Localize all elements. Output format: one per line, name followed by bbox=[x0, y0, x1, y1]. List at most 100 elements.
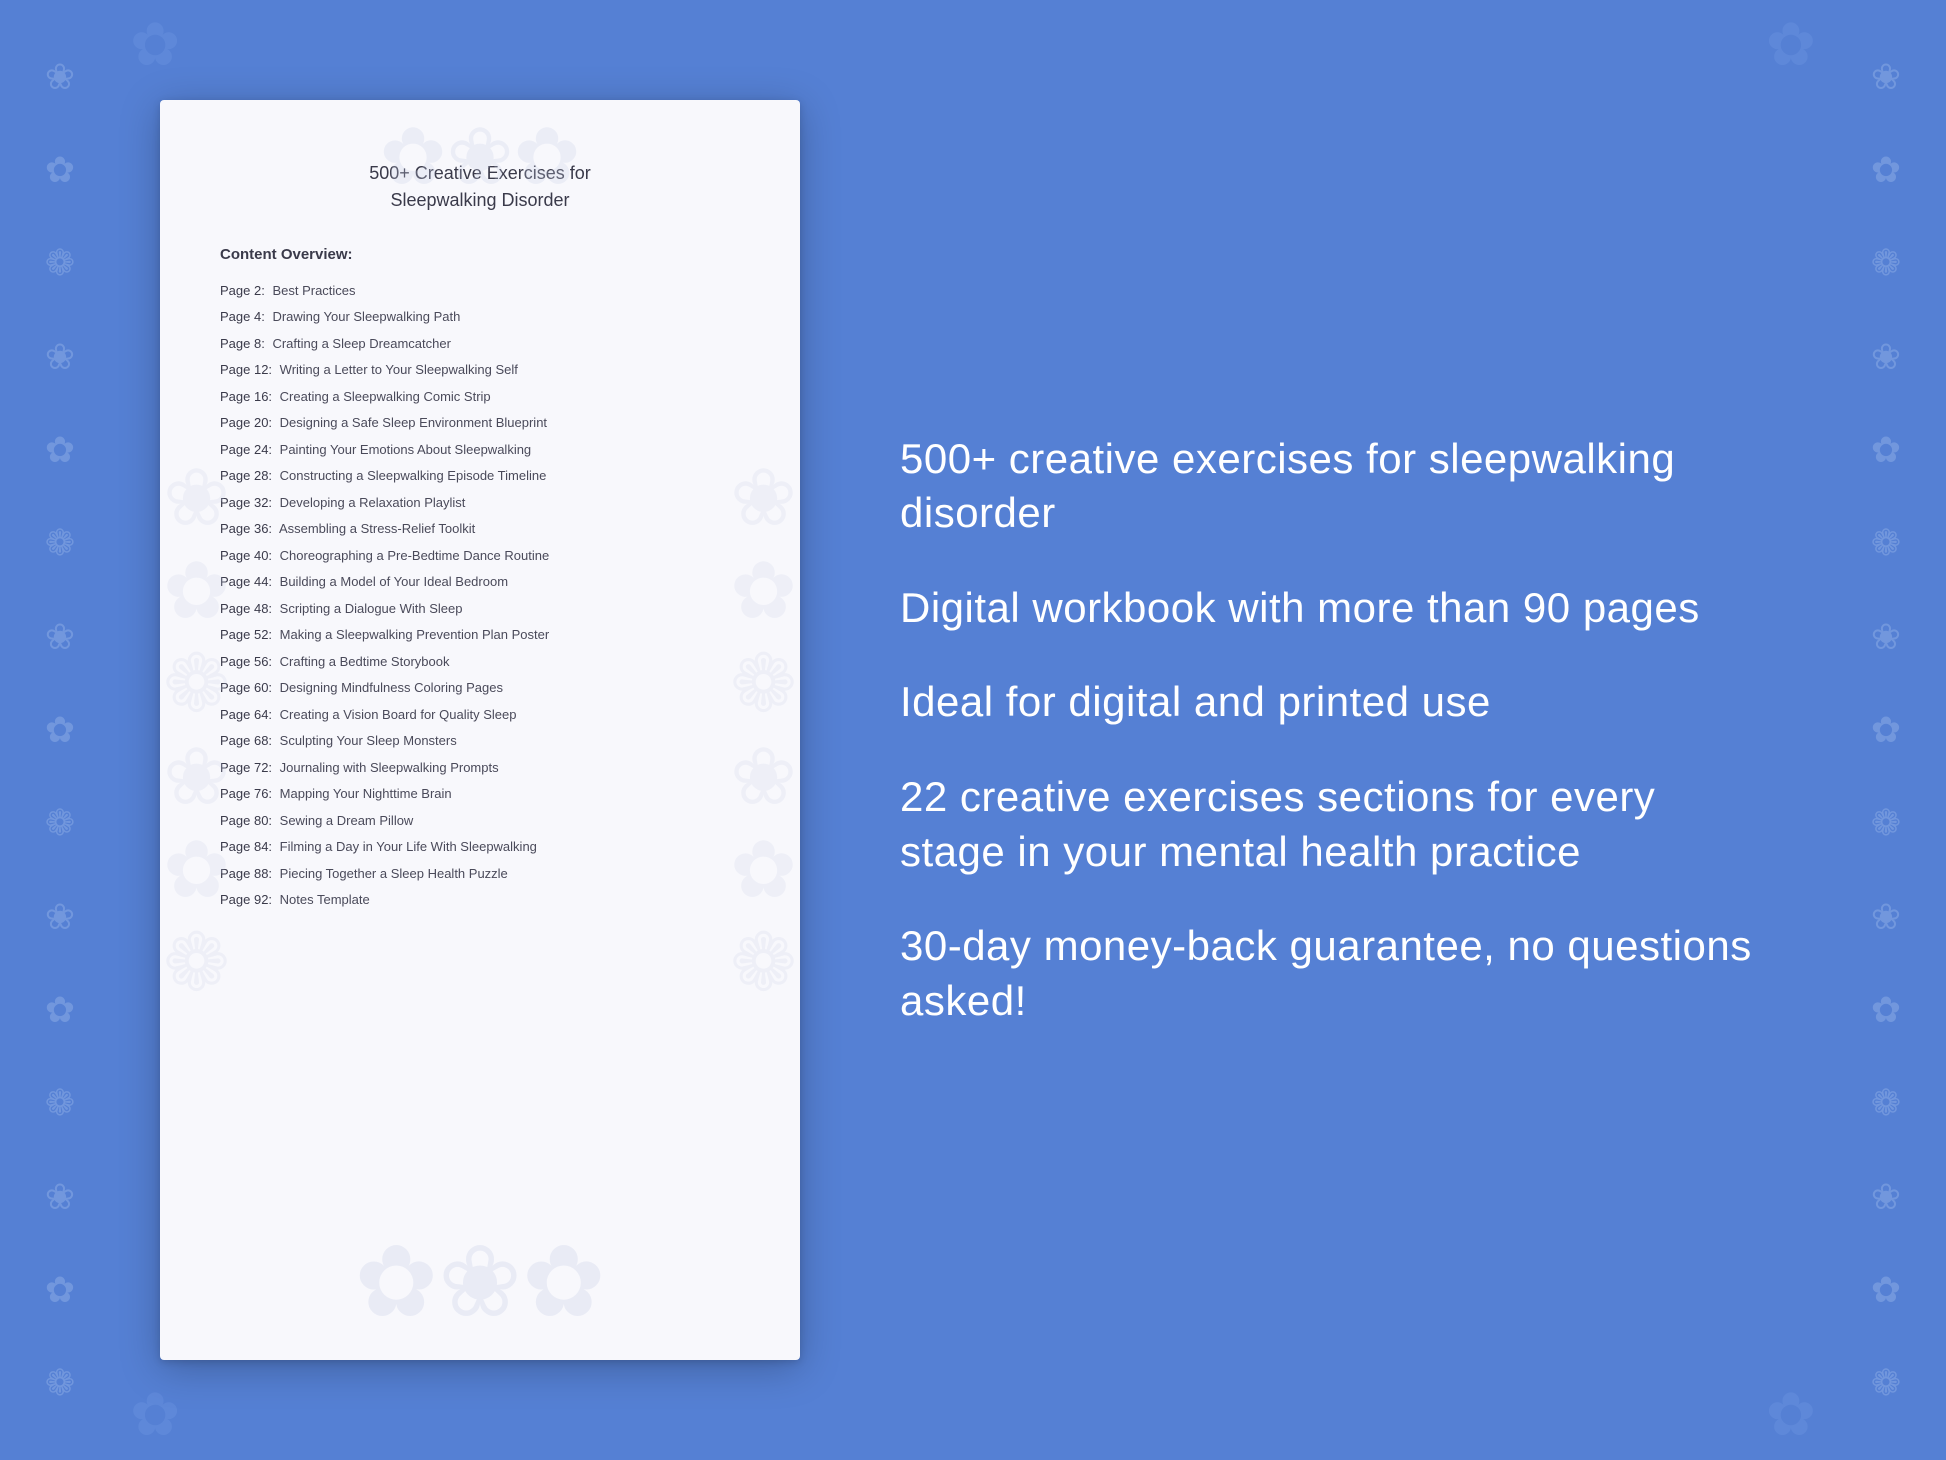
info-panel: 500+ creative exercises for sleepwalking… bbox=[860, 412, 1786, 1049]
toc-item-label: Filming a Day in Your Life With Sleepwal… bbox=[276, 839, 537, 854]
info-block-4: 22 creative exercises sections for every… bbox=[900, 770, 1766, 879]
toc-item-label: Designing Mindfulness Coloring Pages bbox=[276, 680, 503, 695]
floral-icon: ❁ bbox=[1871, 1085, 1901, 1121]
table-row: Page 76: Mapping Your Nighttime Brain bbox=[220, 781, 740, 808]
toc-page-num: Page 64: bbox=[220, 707, 272, 722]
floral-icon: ❁ bbox=[1871, 1365, 1901, 1401]
toc-item-label: Designing a Safe Sleep Environment Bluep… bbox=[276, 415, 547, 430]
table-row: Page 56: Crafting a Bedtime Storybook bbox=[220, 648, 740, 675]
toc-page-num: Page 60: bbox=[220, 680, 272, 695]
toc-page-num: Page 28: bbox=[220, 468, 272, 483]
floral-icon: ✿ bbox=[1871, 712, 1901, 748]
table-row: Page 12: Writing a Letter to Your Sleepw… bbox=[220, 357, 740, 384]
table-row: Page 64: Creating a Vision Board for Qua… bbox=[220, 701, 740, 728]
toc-page-num: Page 2: bbox=[220, 283, 265, 298]
info-text-4: 22 creative exercises sections for every… bbox=[900, 770, 1766, 879]
toc-page-num: Page 44: bbox=[220, 574, 272, 589]
info-text-2: Digital workbook with more than 90 pages bbox=[900, 581, 1766, 636]
floral-icon: ❁ bbox=[45, 245, 75, 281]
table-row: Page 48: Scripting a Dialogue With Sleep bbox=[220, 595, 740, 622]
floral-icon: ❀ bbox=[1871, 339, 1901, 375]
floral-icon: ✿ bbox=[45, 432, 75, 468]
floral-icon: ✿ bbox=[45, 992, 75, 1028]
table-row: Page 84: Filming a Day in Your Life With… bbox=[220, 834, 740, 861]
floral-icon: ✿ bbox=[45, 1272, 75, 1308]
toc-item-label: Painting Your Emotions About Sleepwalkin… bbox=[276, 442, 531, 457]
toc-page-num: Page 40: bbox=[220, 548, 272, 563]
toc-item-label: Assembling a Stress-Relief Toolkit bbox=[276, 521, 475, 536]
table-row: Page 52: Making a Sleepwalking Preventio… bbox=[220, 622, 740, 649]
table-row: Page 44: Building a Model of Your Ideal … bbox=[220, 569, 740, 596]
toc-item-label: Building a Model of Your Ideal Bedroom bbox=[276, 574, 508, 589]
toc-item-label: Making a Sleepwalking Prevention Plan Po… bbox=[276, 627, 549, 642]
table-row: Page 92: Notes Template bbox=[220, 887, 740, 914]
table-row: Page 4: Drawing Your Sleepwalking Path bbox=[220, 304, 740, 331]
info-block-3: Ideal for digital and printed use bbox=[900, 675, 1766, 730]
floral-border-right: ❀ ✿ ❁ ❀ ✿ ❁ ❀ ✿ ❁ ❀ ✿ ❁ ❀ ✿ ❁ bbox=[1826, 0, 1946, 1460]
toc-item-label: Best Practices bbox=[269, 283, 356, 298]
toc-page-num: Page 80: bbox=[220, 813, 272, 828]
table-row: Page 80: Sewing a Dream Pillow bbox=[220, 807, 740, 834]
toc-item-label: Creating a Sleepwalking Comic Strip bbox=[276, 389, 491, 404]
floral-icon: ❀ bbox=[1871, 59, 1901, 95]
floral-icon: ❀ bbox=[1871, 1179, 1901, 1215]
floral-icon: ❁ bbox=[45, 525, 75, 561]
floral-icon: ✿ bbox=[45, 152, 75, 188]
table-row: Page 60: Designing Mindfulness Coloring … bbox=[220, 675, 740, 702]
toc-page-num: Page 92: bbox=[220, 892, 272, 907]
info-text-3: Ideal for digital and printed use bbox=[900, 675, 1766, 730]
info-block-5: 30-day money-back guarantee, no question… bbox=[900, 919, 1766, 1028]
table-row: Page 24: Painting Your Emotions About Sl… bbox=[220, 436, 740, 463]
toc-page-num: Page 84: bbox=[220, 839, 272, 854]
toc-item-label: Mapping Your Nighttime Brain bbox=[276, 786, 452, 801]
floral-icon: ❁ bbox=[1871, 245, 1901, 281]
toc-item-label: Sewing a Dream Pillow bbox=[276, 813, 413, 828]
info-text-5: 30-day money-back guarantee, no question… bbox=[900, 919, 1766, 1028]
toc-page-num: Page 8: bbox=[220, 336, 265, 351]
toc-heading: Content Overview: bbox=[220, 246, 740, 263]
floral-icon: ❀ bbox=[45, 619, 75, 655]
table-of-contents: Page 2: Best PracticesPage 4: Drawing Yo… bbox=[220, 277, 740, 913]
table-row: Page 16: Creating a Sleepwalking Comic S… bbox=[220, 383, 740, 410]
document-panel: ✿❀✿ ❀✿❁❀✿❁ ❀✿❁❀✿❁ 500+ Creative Exercise… bbox=[160, 100, 800, 1360]
table-row: Page 68: Sculpting Your Sleep Monsters bbox=[220, 728, 740, 755]
floral-icon: ❀ bbox=[45, 339, 75, 375]
toc-page-num: Page 12: bbox=[220, 362, 272, 377]
toc-item-label: Crafting a Sleep Dreamcatcher bbox=[269, 336, 451, 351]
floral-icon: ✿ bbox=[1871, 992, 1901, 1028]
toc-page-num: Page 24: bbox=[220, 442, 272, 457]
toc-page-num: Page 56: bbox=[220, 654, 272, 669]
toc-item-label: Scripting a Dialogue With Sleep bbox=[276, 601, 462, 616]
toc-page-num: Page 48: bbox=[220, 601, 272, 616]
floral-icon: ❁ bbox=[45, 1365, 75, 1401]
toc-item-label: Writing a Letter to Your Sleepwalking Se… bbox=[276, 362, 518, 377]
table-row: Page 8: Crafting a Sleep Dreamcatcher bbox=[220, 330, 740, 357]
toc-page-num: Page 16: bbox=[220, 389, 272, 404]
toc-page-num: Page 4: bbox=[220, 309, 265, 324]
floral-icon: ❀ bbox=[45, 899, 75, 935]
toc-page-num: Page 52: bbox=[220, 627, 272, 642]
toc-item-label: Choreographing a Pre-Bedtime Dance Routi… bbox=[276, 548, 549, 563]
toc-item-label: Constructing a Sleepwalking Episode Time… bbox=[276, 468, 546, 483]
floral-icon: ❁ bbox=[45, 1085, 75, 1121]
toc-page-num: Page 88: bbox=[220, 866, 272, 881]
toc-page-num: Page 20: bbox=[220, 415, 272, 430]
toc-item-label: Creating a Vision Board for Quality Slee… bbox=[276, 707, 516, 722]
toc-page-num: Page 76: bbox=[220, 786, 272, 801]
toc-item-label: Piecing Together a Sleep Health Puzzle bbox=[276, 866, 508, 881]
table-row: Page 2: Best Practices bbox=[220, 277, 740, 304]
toc-page-num: Page 36: bbox=[220, 521, 272, 536]
table-row: Page 88: Piecing Together a Sleep Health… bbox=[220, 860, 740, 887]
toc-page-num: Page 68: bbox=[220, 733, 272, 748]
info-block-2: Digital workbook with more than 90 pages bbox=[900, 581, 1766, 636]
toc-item-label: Drawing Your Sleepwalking Path bbox=[269, 309, 461, 324]
floral-icon: ❁ bbox=[1871, 805, 1901, 841]
floral-icon: ❀ bbox=[1871, 899, 1901, 935]
toc-item-label: Sculpting Your Sleep Monsters bbox=[276, 733, 457, 748]
info-text-1: 500+ creative exercises for sleepwalking… bbox=[900, 432, 1766, 541]
toc-page-num: Page 32: bbox=[220, 495, 272, 510]
main-content: ✿❀✿ ❀✿❁❀✿❁ ❀✿❁❀✿❁ 500+ Creative Exercise… bbox=[0, 0, 1946, 1460]
info-block-1: 500+ creative exercises for sleepwalking… bbox=[900, 432, 1766, 541]
table-row: Page 40: Choreographing a Pre-Bedtime Da… bbox=[220, 542, 740, 569]
toc-item-label: Notes Template bbox=[276, 892, 370, 907]
